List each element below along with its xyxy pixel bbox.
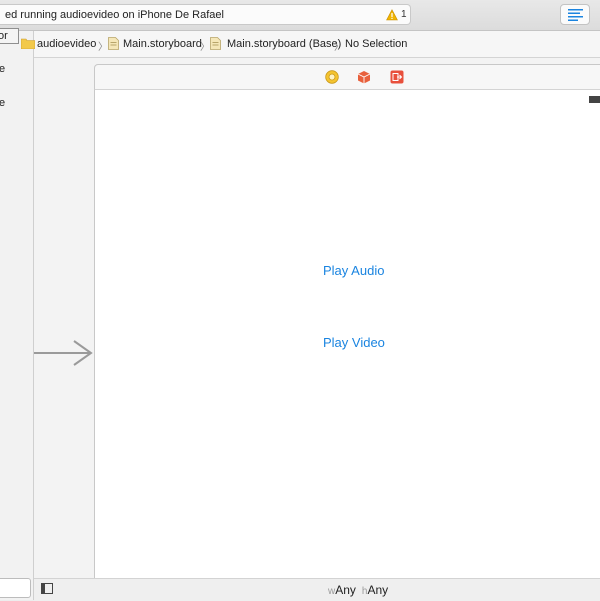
play-audio-button[interactable]: Play Audio (323, 263, 384, 278)
play-video-button[interactable]: Play Video (323, 335, 385, 350)
warning-triangle-icon[interactable] (386, 8, 398, 26)
activity-status-bar: ed running audioevideo on iPhone De Rafa… (0, 4, 411, 25)
size-class-control[interactable]: wAny hAny (328, 583, 388, 597)
jump-bar: audioevideo 〉 Main.storyboard 〉 Main.sto… (21, 31, 600, 58)
scene-dock (94, 64, 600, 90)
breadcrumb-project[interactable]: audioevideo (37, 38, 96, 50)
battery-icon (589, 96, 600, 103)
standard-editor-icon (568, 9, 583, 21)
outline-item[interactable]: e (0, 63, 5, 75)
breadcrumb-storyboard[interactable]: Main.storyboard (123, 38, 202, 50)
size-class-width-value: Any (335, 583, 356, 597)
chevron-right-icon: 〉 (200, 42, 210, 53)
warning-count[interactable]: 1 (401, 9, 407, 20)
storyboard-file-icon (210, 37, 221, 50)
outline-filter-field[interactable] (0, 578, 31, 598)
status-text: ed running audioevideo on iPhone De Rafa… (5, 9, 224, 21)
outline-item[interactable]: e (0, 97, 5, 109)
chevron-right-icon: 〉 (334, 42, 344, 53)
size-class-height-value: Any (367, 583, 389, 597)
breadcrumb-storyboard-base[interactable]: Main.storyboard (Base) (227, 38, 341, 50)
folder-icon (21, 38, 35, 49)
toolbar: ed running audioevideo on iPhone De Rafa… (0, 0, 600, 31)
breadcrumb-selection[interactable]: No Selection (345, 38, 407, 50)
document-outline (0, 31, 34, 600)
canvas-bottom-bar (34, 578, 600, 601)
chevron-right-icon: 〉 (98, 42, 108, 53)
show-outline-toggle-icon[interactable] (41, 583, 53, 594)
first-responder-icon[interactable] (357, 70, 371, 84)
tooltip: tor (0, 28, 19, 44)
standard-editor-button[interactable] (560, 4, 590, 25)
exit-icon[interactable] (390, 70, 404, 84)
storyboard-file-icon (108, 37, 119, 50)
view-controller-icon[interactable] (325, 70, 339, 84)
initial-view-controller-arrow-icon[interactable] (34, 338, 94, 368)
